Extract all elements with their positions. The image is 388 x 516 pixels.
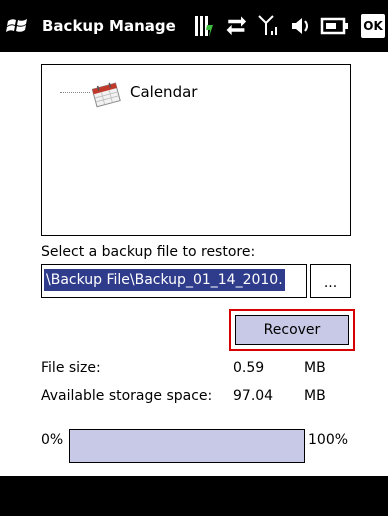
file-size-unit: MB [304,360,326,376]
recover-button[interactable]: Recover [235,315,349,345]
battery-icon[interactable] [318,13,352,39]
backup-tree-view[interactable]: Calendar [41,64,351,236]
windows-start-icon[interactable] [6,17,30,35]
backup-file-path-text: \Backup File\Backup_01_14_2010. [44,269,285,291]
sync-arrows-icon[interactable] [224,13,250,39]
app-title: Backup Manage [42,17,176,35]
title-bar: Backup Manage OK [0,0,388,52]
tree-item-calendar[interactable]: Calendar [60,80,220,108]
file-size-value: 0.59 [233,360,265,376]
backup-file-path-field[interactable]: \Backup File\Backup_01_14_2010. [41,264,307,298]
file-size-label: File size: [41,360,101,376]
tree-connector-line [60,92,90,93]
select-backup-label: Select a backup file to restore: [41,244,256,260]
ok-button[interactable]: OK [361,14,385,38]
browse-button[interactable]: ... [310,264,351,298]
progress-max-label: 100% [308,432,349,448]
progress-min-label: 0% [41,432,64,448]
calendar-icon [91,82,121,108]
signal-icon[interactable] [257,13,279,39]
volume-icon[interactable] [288,13,310,39]
storage-value: 97.04 [233,388,274,404]
storage-label: Available storage space: [41,388,213,404]
restore-progress-bar [69,429,305,463]
bottom-menu-bar [0,476,388,516]
battery-charging-icon[interactable] [193,13,215,39]
tree-item-label: Calendar [130,83,198,101]
storage-unit: MB [304,388,326,404]
